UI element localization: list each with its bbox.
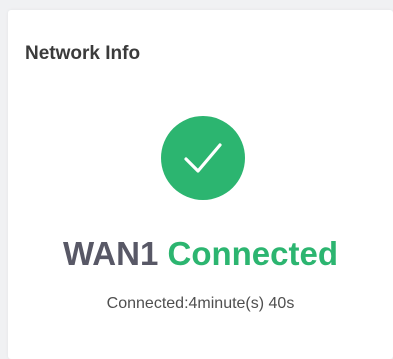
card-title: Network Info: [25, 43, 141, 64]
network-info-card: Network Info WAN1 Connected Connected:4m…: [8, 10, 393, 359]
connection-duration: Connected:4minute(s) 40s: [106, 295, 295, 312]
connection-state: Connected: [167, 235, 339, 272]
checkmark-icon: [184, 143, 222, 173]
wan-name: WAN1: [62, 235, 159, 272]
checkmark-circle-icon: [161, 116, 245, 200]
connection-status: WAN1 Connected: [8, 234, 393, 274]
